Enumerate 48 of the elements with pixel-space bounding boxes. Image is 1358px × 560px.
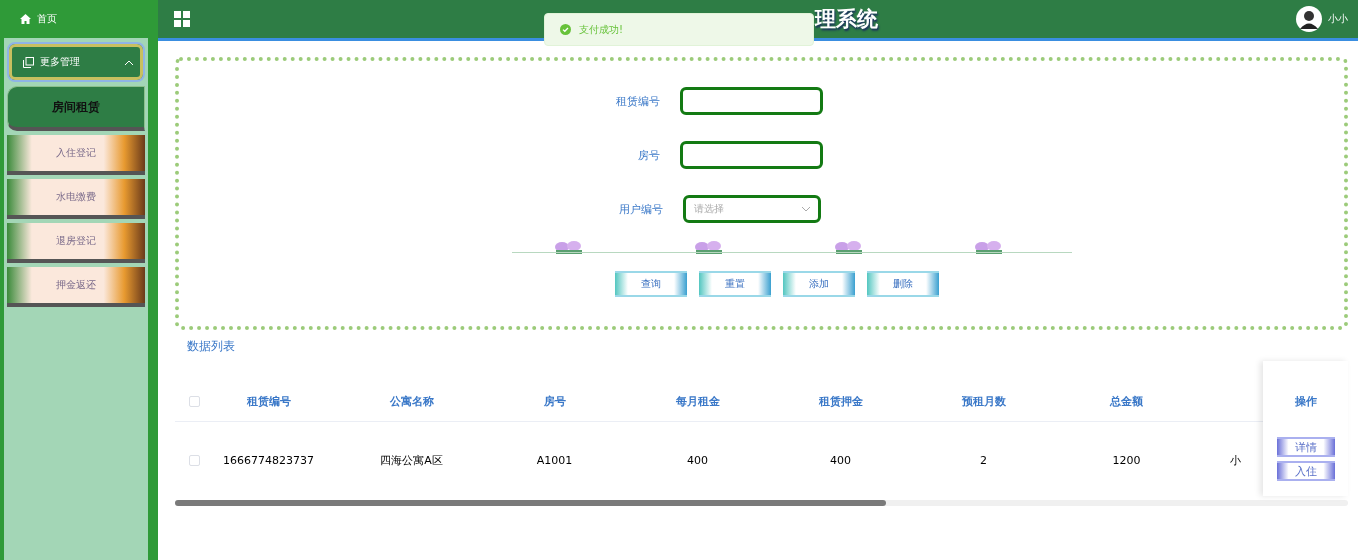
row-checkbox[interactable] [189, 454, 200, 466]
toast-text: 支付成功! [579, 22, 623, 37]
table-cell-text: 1200 [1111, 453, 1142, 467]
column-header: 公寓名称 [388, 393, 435, 409]
menu-item[interactable]: 入住登记 [7, 135, 145, 175]
user-name[interactable]: 小小 [1328, 12, 1348, 26]
ribbon-button[interactable]: 重置 [698, 271, 771, 297]
column-header: 预租月数 [960, 393, 1007, 409]
success-icon [560, 24, 571, 35]
column-header: 租赁押金 [817, 393, 864, 409]
table-cell-text: 四海公寓A区 [379, 452, 444, 468]
table-cell-text: 小 [1229, 452, 1242, 468]
ribbon-button[interactable]: 详情 [1276, 437, 1335, 457]
menu-icon[interactable] [174, 11, 190, 27]
menu-item[interactable]: 房间租赁 [7, 86, 145, 131]
table-cell-text: 400 [829, 453, 852, 467]
table-cell-text: 1666774823737 [222, 453, 315, 467]
app-title: 理系统 [815, 6, 878, 33]
section-title: 数据列表 [187, 338, 236, 355]
scrollbar-thumb[interactable] [175, 500, 886, 506]
chevron-icon [125, 59, 133, 65]
ribbon-button[interactable]: 删除 [866, 271, 939, 297]
column-header: 每月租金 [674, 393, 721, 409]
table-cell-text: 400 [686, 453, 709, 467]
column-header: 操作 [1294, 393, 1317, 410]
home-icon [20, 14, 31, 24]
ribbon-button[interactable]: 添加 [782, 271, 855, 297]
table-cell-text: 2 [979, 453, 988, 467]
menu-item[interactable]: 退房登记 [7, 223, 145, 263]
ribbon-button[interactable]: 入住 [1276, 461, 1335, 481]
column-header: 总金额 [1108, 393, 1144, 409]
home-link[interactable]: 首页 [37, 12, 57, 26]
input-field[interactable] [680, 87, 823, 115]
copy-icon [23, 56, 34, 68]
chevron-icon [801, 206, 810, 212]
input-field[interactable] [680, 141, 823, 169]
menu-group[interactable]: 更多管理 [7, 42, 145, 82]
ribbon-button[interactable]: 查询 [614, 271, 687, 297]
select-all-checkbox[interactable] [189, 395, 200, 407]
column-header: 租赁编号 [245, 393, 292, 409]
menu-item[interactable]: 押金返还 [7, 267, 145, 307]
field-label: 用户编号 [617, 201, 664, 217]
column-header: 房号 [542, 393, 567, 409]
table-cell-text: A1001 [535, 453, 574, 467]
field-label: 房号 [637, 147, 661, 163]
menu-item[interactable]: 水电缴费 [7, 179, 145, 219]
avatar[interactable] [1296, 6, 1322, 32]
field-label: 租赁编号 [615, 93, 661, 109]
